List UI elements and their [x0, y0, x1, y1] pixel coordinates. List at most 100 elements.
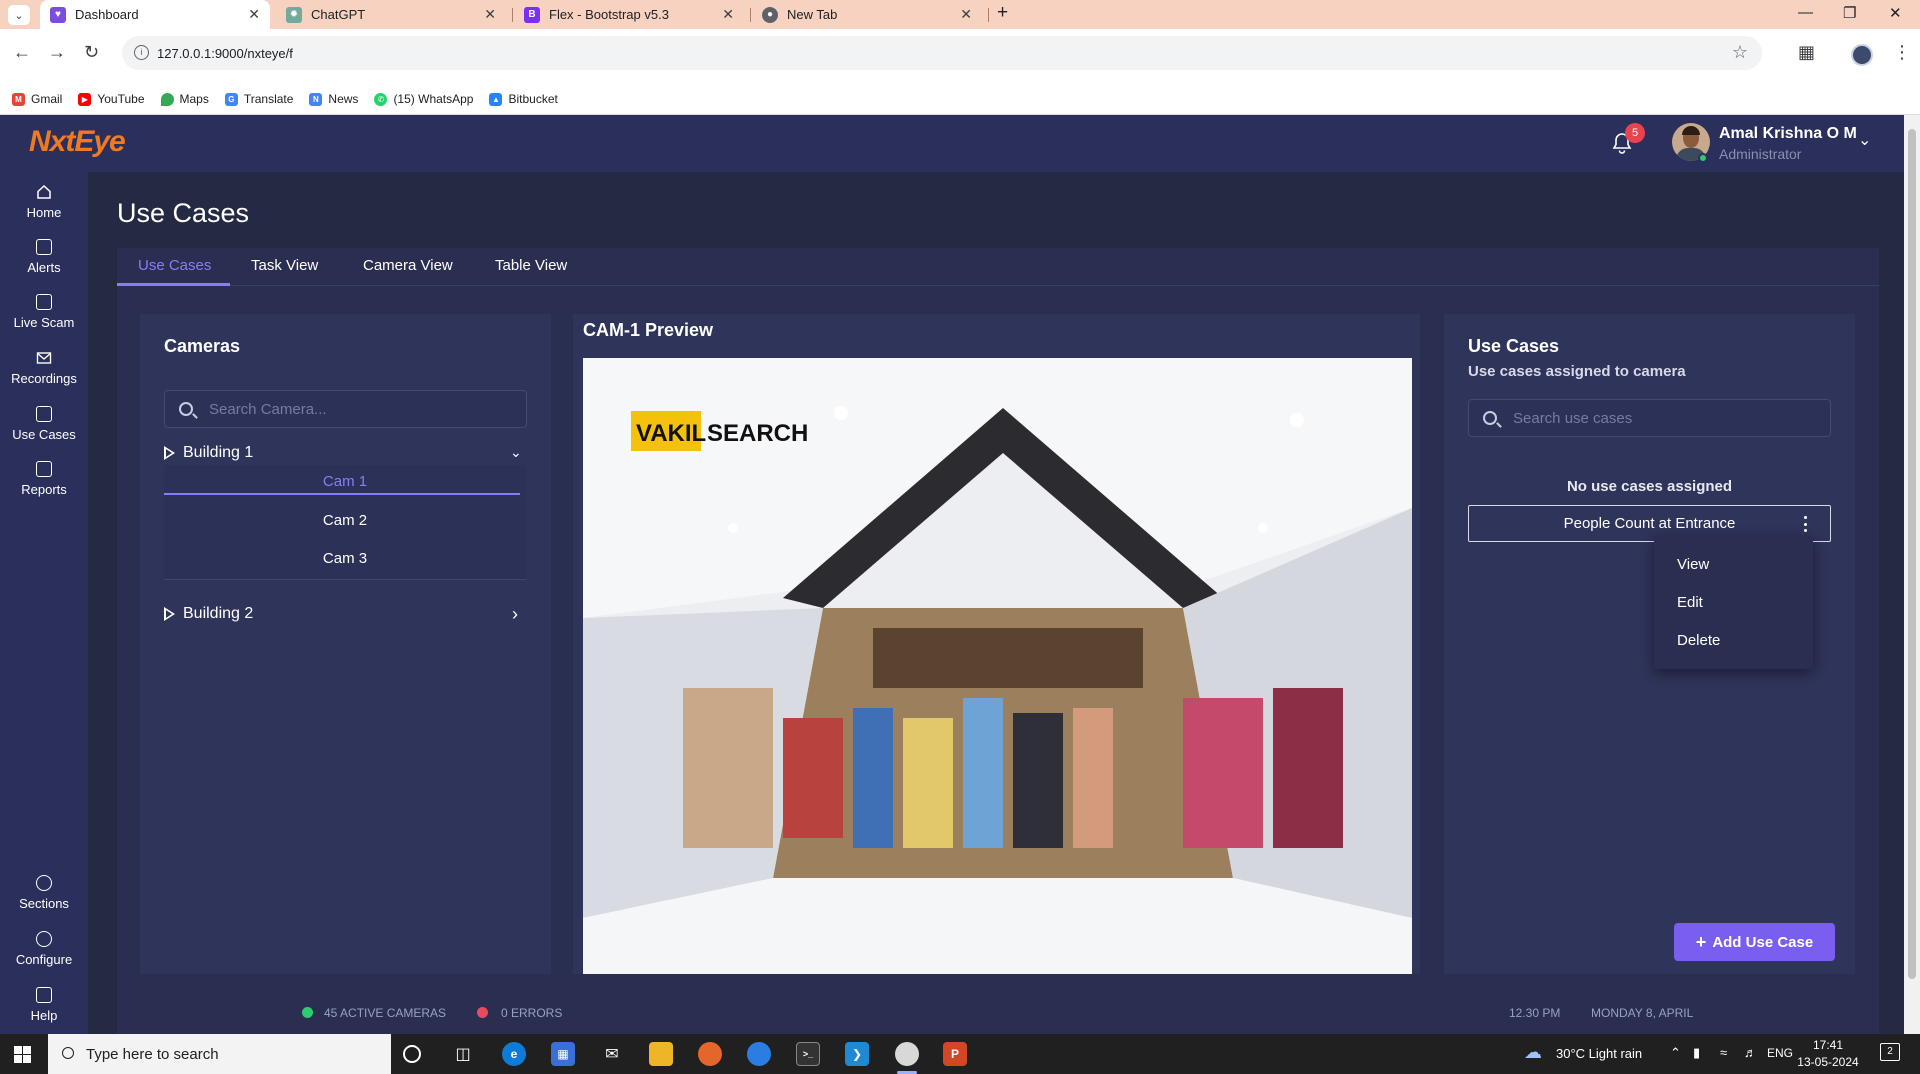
search-placeholder: Search Camera... — [209, 400, 327, 418]
bookmark-gmail[interactable]: M Gmail — [12, 92, 62, 106]
use-case-context-menu: View Edit Delete — [1654, 536, 1813, 669]
close-tab-icon[interactable]: ✕ — [960, 6, 972, 23]
bookmark-news[interactable]: N News — [309, 92, 358, 106]
battery-icon[interactable]: ▮ — [1693, 1045, 1700, 1061]
status-footer: 45 ACTIVE CAMERAS 0 ERRORS 12.30 PM MOND… — [117, 974, 1879, 1034]
building-2-toggle[interactable]: Building 2 — [164, 605, 253, 623]
no-use-cases-message: No use cases assigned — [1566, 478, 1733, 495]
sidebar-item-alerts[interactable]: Alerts — [0, 239, 88, 275]
tray-chevron-up-icon[interactable]: ⌃ — [1670, 1045, 1681, 1061]
clock-time[interactable]: 17:41 — [1802, 1038, 1854, 1052]
firefox-icon[interactable] — [698, 1042, 722, 1066]
chrome-icon[interactable] — [895, 1042, 919, 1066]
restore-icon[interactable]: ❐ — [1843, 4, 1856, 22]
divider — [164, 579, 526, 580]
building-1-toggle[interactable]: Building 1 — [164, 444, 253, 462]
search-icon — [1483, 411, 1497, 425]
scrollbar-thumb[interactable] — [1908, 129, 1916, 979]
kebab-menu-icon[interactable] — [1804, 516, 1808, 532]
task-view-icon[interactable]: ◫ — [451, 1042, 475, 1066]
store-icon[interactable]: ▦ — [551, 1042, 575, 1066]
notification-count-badge: 5 — [1625, 123, 1645, 143]
camera-search-input[interactable]: Search Camera... — [164, 390, 527, 428]
address-bar[interactable]: i 127.0.0.1:9000/nxteye/f ☆ — [122, 36, 1762, 70]
use-case-search-input[interactable]: Search use cases — [1468, 399, 1831, 437]
bookmark-label: Gmail — [31, 92, 63, 106]
site-info-icon[interactable]: i — [134, 45, 149, 60]
menu-item-view[interactable]: View — [1677, 556, 1709, 573]
chevron-right-icon[interactable]: › — [512, 604, 518, 625]
minimize-icon[interactable]: — — [1798, 4, 1813, 21]
sidebar-item-reports[interactable]: Reports — [0, 461, 88, 497]
sidebar-item-configure[interactable]: Configure — [0, 931, 88, 967]
cortana-icon[interactable] — [403, 1045, 421, 1063]
camera-label: Cam 1 — [322, 473, 368, 490]
file-explorer-icon[interactable] — [649, 1042, 673, 1066]
profile-avatar-icon[interactable] — [1851, 44, 1873, 66]
chevron-down-icon[interactable]: ⌄ — [510, 444, 522, 461]
use-case-label: People Count at Entrance — [1563, 515, 1736, 532]
bookmark-bitbucket[interactable]: ▲ Bitbucket — [489, 92, 558, 106]
edge-icon[interactable]: e — [502, 1042, 526, 1066]
close-tab-icon[interactable]: ✕ — [248, 6, 260, 23]
user-menu-chevron-icon[interactable]: ⌄ — [1858, 130, 1871, 150]
browser-tab-chatgpt[interactable]: ✹ ChatGPT ✕ — [276, 0, 506, 29]
bookmark-youtube[interactable]: ▶ YouTube — [78, 92, 145, 106]
browser-app-icon[interactable] — [747, 1042, 771, 1066]
recordings-icon — [36, 352, 52, 364]
sidebar-item-recordings[interactable]: Recordings — [0, 350, 88, 386]
tab-use-cases[interactable]: Use Cases — [138, 257, 211, 274]
add-use-case-button[interactable]: + Add Use Case — [1674, 923, 1835, 961]
wifi-icon[interactable]: ≈ — [1720, 1045, 1727, 1060]
camera-item-cam3[interactable]: Cam 3 — [164, 550, 526, 567]
tab-table-view[interactable]: Table View — [495, 257, 567, 274]
browser-tab-dashboard[interactable]: ♥ Dashboard ✕ — [40, 0, 270, 29]
user-name[interactable]: Amal Krishna O M — [1719, 125, 1857, 143]
home-icon — [37, 184, 51, 199]
bookmark-star-icon[interactable]: ☆ — [1732, 42, 1748, 63]
browser-tab-bootstrap[interactable]: B Flex - Bootstrap v5.3 ✕ — [514, 0, 744, 29]
forward-icon[interactable]: → — [48, 42, 66, 63]
tab-task-view[interactable]: Task View — [251, 257, 318, 274]
close-tab-icon[interactable]: ✕ — [722, 6, 734, 23]
clock-date[interactable]: 13-05-2024 — [1797, 1055, 1859, 1069]
windows-start-icon[interactable] — [14, 1046, 31, 1063]
sidebar-item-home[interactable]: Home — [0, 184, 88, 220]
powerpoint-icon[interactable]: P — [943, 1042, 967, 1066]
page-scrollbar[interactable] — [1904, 115, 1920, 1034]
tab-search-chevron-icon[interactable]: ⌄ — [8, 5, 30, 25]
tab-camera-view[interactable]: Camera View — [363, 257, 453, 274]
bookmark-translate[interactable]: G Translate — [224, 92, 293, 106]
browser-menu-icon[interactable]: ⋮ — [1893, 42, 1911, 63]
camera-item-cam1[interactable]: Cam 1 — [164, 473, 526, 490]
sidebar-item-live-scam[interactable]: Live Scam — [0, 294, 88, 330]
url-text: 127.0.0.1:9000/nxteye/f — [157, 45, 293, 61]
taskbar-search-box[interactable]: Type here to search — [48, 1034, 391, 1074]
menu-item-delete[interactable]: Delete — [1677, 632, 1720, 649]
reload-icon[interactable]: ↻ — [84, 42, 99, 63]
language-indicator[interactable]: ENG — [1767, 1046, 1793, 1060]
bookmark-whatsapp[interactable]: ✆ (15) WhatsApp — [374, 92, 473, 106]
sidebar-item-sections[interactable]: Sections — [0, 875, 88, 911]
menu-item-edit[interactable]: Edit — [1677, 594, 1703, 611]
sidebar-item-use-cases[interactable]: Use Cases — [0, 406, 88, 442]
camera-preview-image[interactable]: VAKIL SEARCH — [583, 358, 1412, 974]
mail-icon[interactable]: ✉ — [600, 1042, 624, 1066]
windows-taskbar: Type here to search ◫ e ▦ ✉ >_ ❯ P ☁ 30°… — [0, 1034, 1920, 1074]
new-tab-plus-icon[interactable]: + — [997, 2, 1008, 24]
notification-center-icon[interactable]: 2 — [1880, 1043, 1900, 1061]
vscode-icon[interactable]: ❯ — [845, 1042, 869, 1066]
close-window-icon[interactable]: ✕ — [1889, 4, 1902, 22]
chrome-favicon-icon: ● — [762, 6, 778, 23]
camera-item-cam2[interactable]: Cam 2 — [164, 512, 526, 529]
close-tab-icon[interactable]: ✕ — [484, 6, 496, 23]
sidebar-item-help[interactable]: Help — [0, 987, 88, 1023]
browser-tab-new-tab[interactable]: ● New Tab ✕ — [752, 0, 982, 29]
bookmark-maps[interactable]: Maps — [160, 92, 209, 106]
terminal-icon[interactable]: >_ — [796, 1042, 820, 1066]
weather-text[interactable]: 30°C Light rain — [1556, 1046, 1642, 1061]
nxteye-logo[interactable]: NxtEye — [29, 125, 126, 159]
back-icon[interactable]: ← — [13, 42, 31, 63]
extensions-icon[interactable]: ▦ — [1798, 42, 1815, 63]
volume-icon[interactable]: ♬ — [1744, 1045, 1757, 1060]
